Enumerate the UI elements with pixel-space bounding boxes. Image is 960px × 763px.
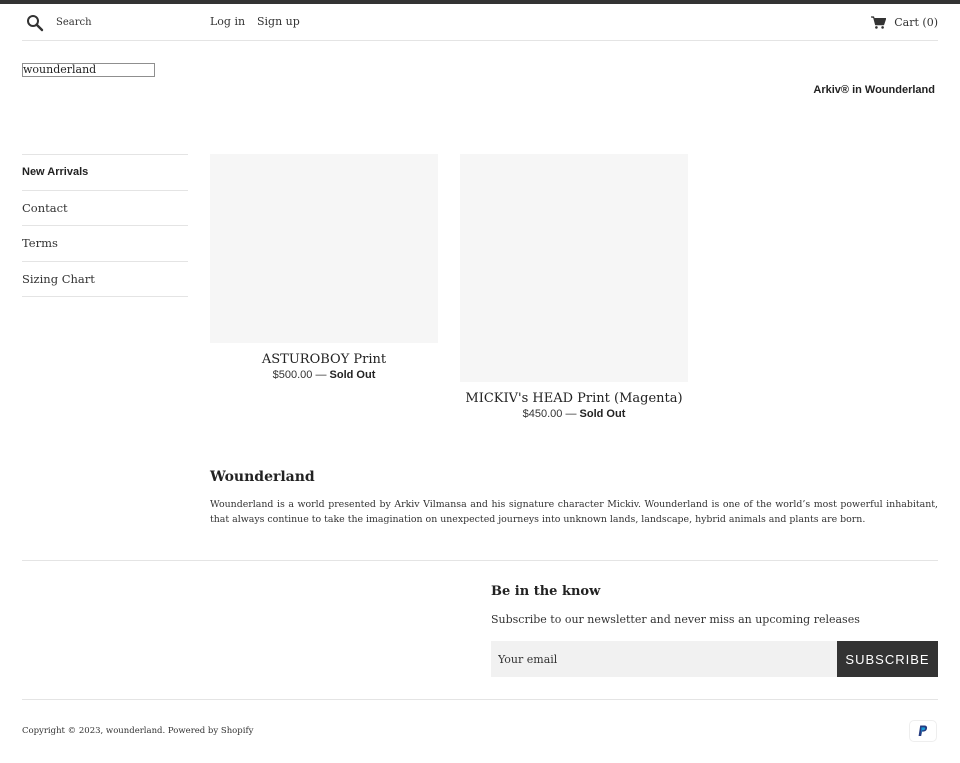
search-input[interactable] (56, 13, 196, 31)
product-name[interactable]: ASTUROBOY Print (210, 352, 438, 367)
subscribe-button[interactable]: SUBSCRIBE (837, 641, 938, 677)
site-header: Log in Sign up Cart (0) (22, 4, 938, 41)
newsletter-text: Subscribe to our newsletter and never mi… (491, 613, 860, 626)
price-separator: — (562, 408, 580, 420)
copyright-text: Copyright © 2023, wounderland. Powered b… (22, 726, 254, 736)
cart-icon (871, 15, 887, 29)
sidebar-item-sizing-chart[interactable]: Sizing Chart (22, 262, 188, 297)
login-link[interactable]: Log in (210, 15, 245, 28)
product-card[interactable]: ASTUROBOY Print $500.00 — Sold Out (210, 154, 438, 381)
price-value: $500.00 (272, 369, 313, 381)
product-image[interactable] (460, 154, 688, 382)
collection-description: Wounderland is a world presented by Arki… (210, 499, 938, 525)
product-price: $500.00 — Sold Out (210, 369, 438, 381)
price-separator: — (312, 369, 330, 381)
paypal-icon (909, 720, 937, 742)
sold-out-label: Sold Out (329, 369, 376, 381)
page-title: Arkiv® in Wounderland (813, 84, 935, 96)
site-logo[interactable]: wounderland (22, 63, 155, 77)
sidebar-item-contact[interactable]: Contact (22, 191, 188, 226)
footer-divider (22, 560, 938, 561)
sidebar-item-terms[interactable]: Terms (22, 226, 188, 262)
sidebar-item-new-arrivals[interactable]: New Arrivals (22, 155, 188, 191)
cart-link[interactable]: Cart (0) (871, 14, 938, 30)
product-price: $450.00 — Sold Out (460, 408, 688, 420)
email-field[interactable] (491, 641, 837, 677)
sidebar-nav: New Arrivals Contact Terms Sizing Chart (22, 154, 188, 297)
search-icon[interactable] (26, 14, 44, 32)
sold-out-label: Sold Out (579, 408, 626, 420)
collection-title: Wounderland (210, 469, 315, 485)
newsletter-title: Be in the know (491, 584, 601, 599)
footer-divider (22, 699, 938, 700)
cart-label: Cart (0) (894, 15, 938, 29)
product-name[interactable]: MICKIV's HEAD Print (Magenta) (460, 391, 688, 406)
price-value: $450.00 (522, 408, 563, 420)
product-card[interactable]: MICKIV's HEAD Print (Magenta) $450.00 — … (460, 154, 688, 420)
signup-link[interactable]: Sign up (257, 15, 300, 28)
product-image[interactable] (210, 154, 438, 343)
